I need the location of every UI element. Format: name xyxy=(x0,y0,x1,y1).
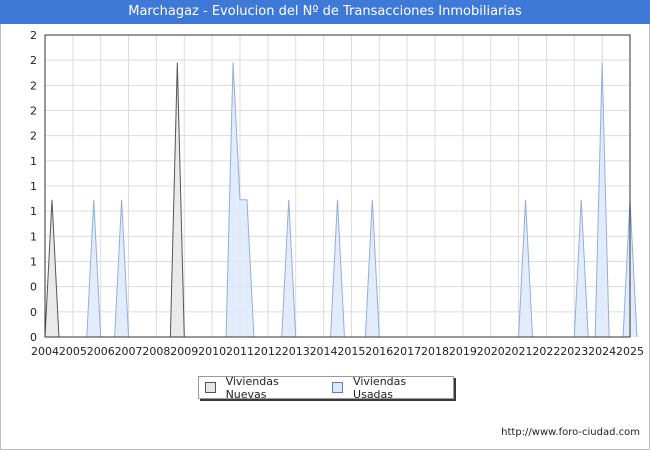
x-tick-label: 2012 xyxy=(254,345,282,358)
x-tick-label: 2022 xyxy=(532,345,560,358)
y-tick-label: 2 xyxy=(30,79,37,92)
x-tick-label: 2025 xyxy=(616,345,644,358)
y-tick-label: 1 xyxy=(30,180,37,193)
x-tick-label: 2004 xyxy=(31,345,59,358)
x-tick-label: 2015 xyxy=(337,345,365,358)
legend-item-nuevas: Viviendas Nuevas xyxy=(205,375,318,401)
legend: Viviendas Nuevas Viviendas Usadas xyxy=(198,375,454,401)
x-tick-label: 2016 xyxy=(365,345,393,358)
x-tick-label: 2007 xyxy=(115,345,143,358)
x-tick-label: 2023 xyxy=(560,345,588,358)
x-tick-label: 2009 xyxy=(170,345,198,358)
x-tick-label: 2017 xyxy=(393,345,421,358)
y-tick-label: 2 xyxy=(30,130,37,143)
x-tick-label: 2020 xyxy=(477,345,505,358)
y-tick-label: 2 xyxy=(30,105,37,118)
source-url: http://www.foro-ciudad.com xyxy=(501,427,640,438)
x-tick-label: 2006 xyxy=(87,345,115,358)
x-tick-label: 2013 xyxy=(282,345,310,358)
y-tick-label: 2 xyxy=(30,54,37,67)
y-tick-label: 1 xyxy=(30,256,37,269)
y-tick-label: 0 xyxy=(30,306,37,319)
x-tick-label: 2005 xyxy=(59,345,87,358)
x-tick-label: 2021 xyxy=(505,345,533,358)
x-tick-label: 2011 xyxy=(226,345,254,358)
x-tick-label: 2008 xyxy=(142,345,170,358)
legend-swatch-nuevas xyxy=(205,382,216,393)
x-tick-label: 2019 xyxy=(449,345,477,358)
y-tick-label: 0 xyxy=(30,331,37,344)
y-tick-label: 0 xyxy=(30,281,37,294)
x-tick-label: 2010 xyxy=(198,345,226,358)
legend-swatch-usadas xyxy=(332,382,344,393)
legend-label-nuevas: Viviendas Nuevas xyxy=(225,374,279,401)
y-tick-label: 1 xyxy=(30,205,37,218)
x-tick-label: 2018 xyxy=(421,345,449,358)
legend-item-usadas: Viviendas Usadas xyxy=(332,375,445,401)
x-tick-label: 2014 xyxy=(310,345,338,358)
y-tick-label: 1 xyxy=(30,230,37,243)
x-tick-label: 2024 xyxy=(588,345,616,358)
legend-label-usadas: Viviendas Usadas xyxy=(353,374,407,401)
y-tick-label: 1 xyxy=(30,155,37,168)
y-tick-label: 2 xyxy=(30,29,37,42)
